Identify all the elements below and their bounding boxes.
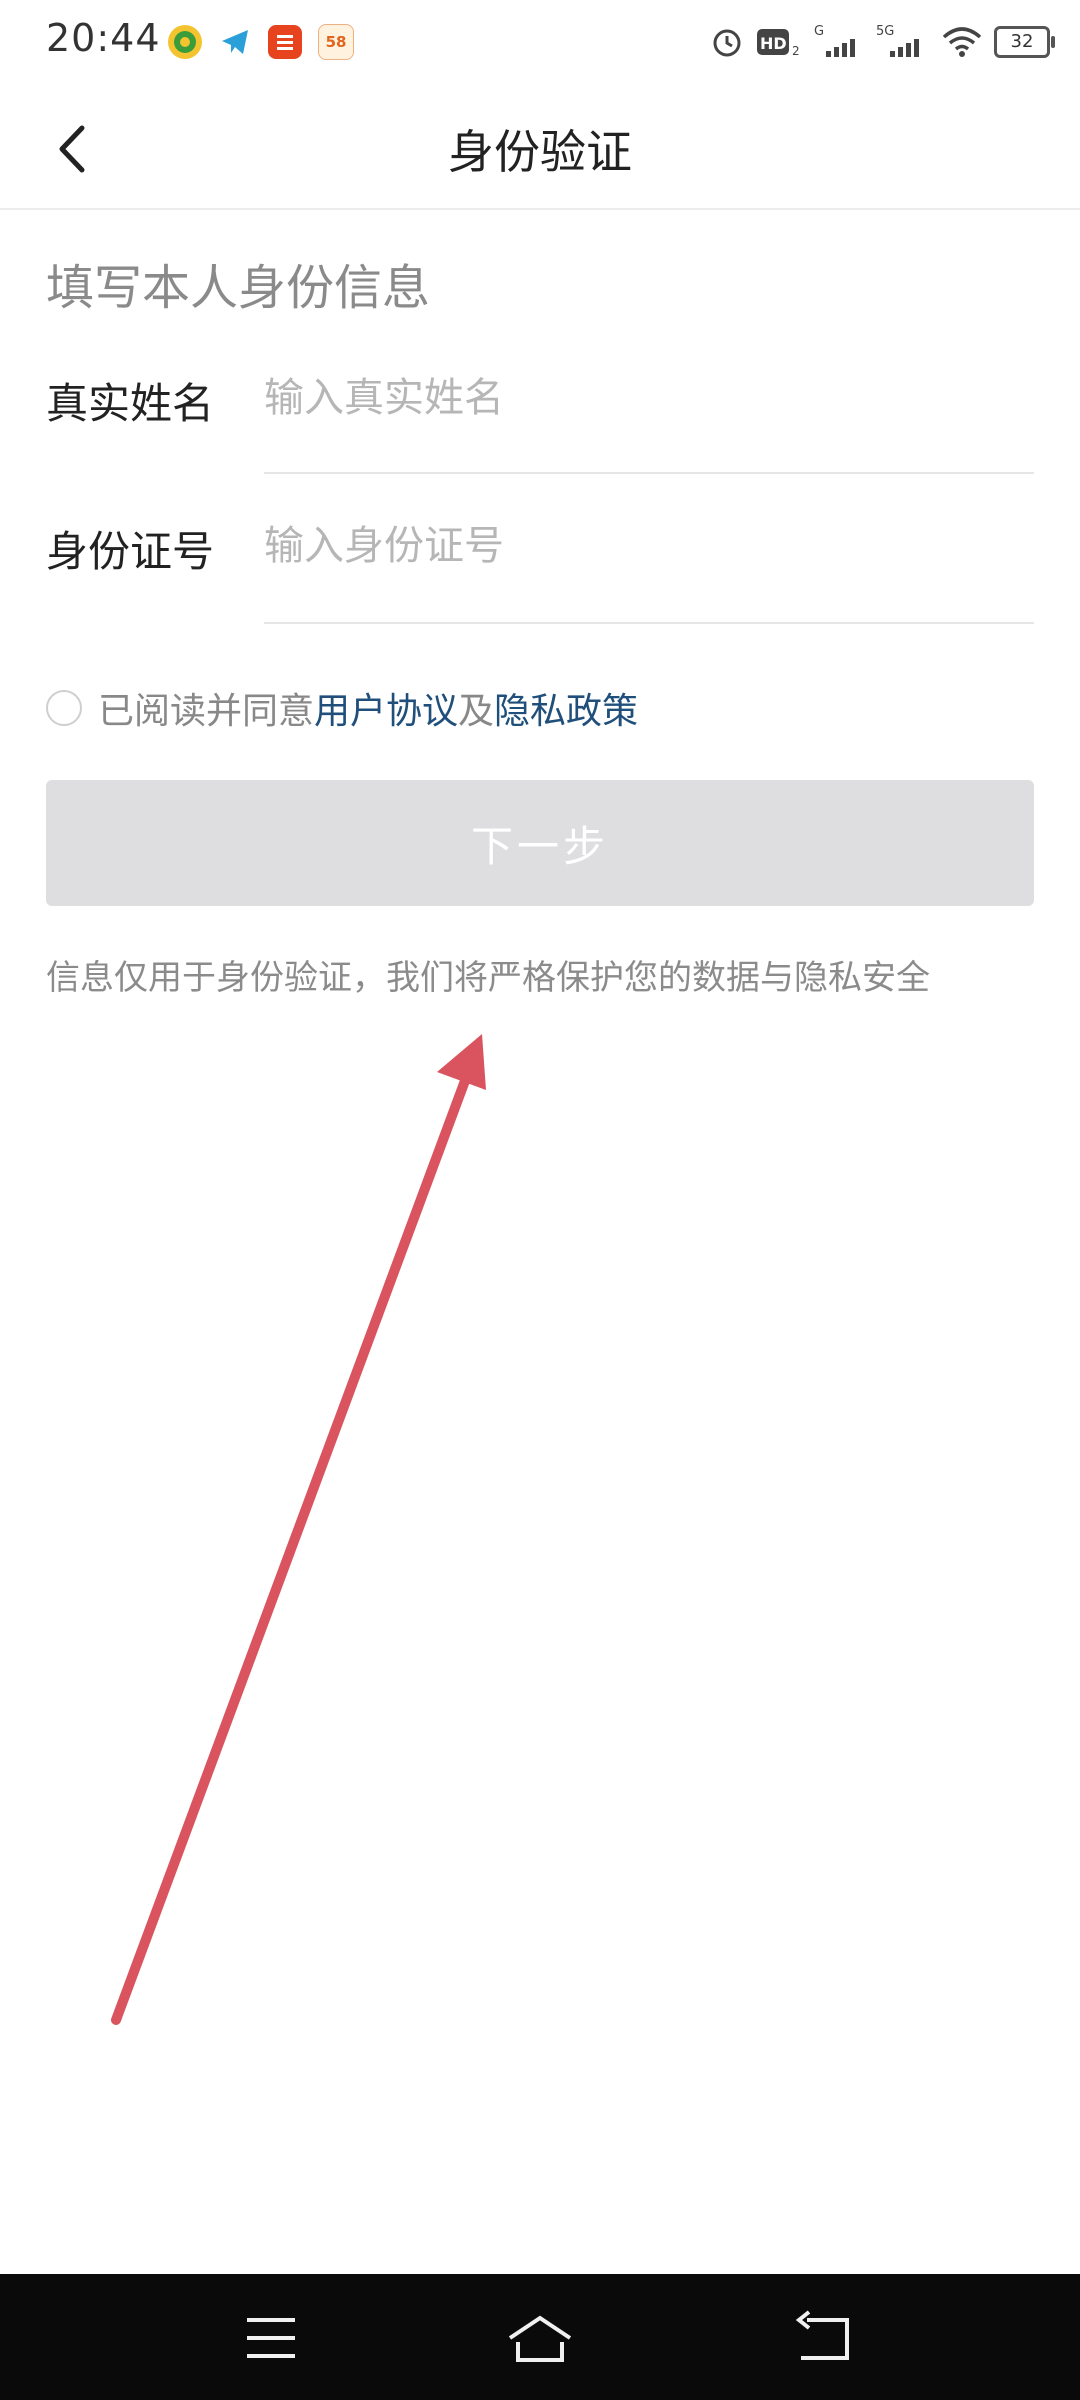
name-divider [264, 472, 1034, 474]
privacy-note: 信息仅用于身份验证，我们将严格保护您的数据与隐私安全 [46, 958, 930, 998]
annotation-arrow [111, 1034, 486, 2025]
menu-nav-button[interactable] [235, 2302, 307, 2374]
system-nav-bar [0, 2274, 1080, 2400]
pingan-bank-icon [268, 25, 302, 59]
top-app-bar: 身份验证 [0, 84, 1080, 210]
back-arrow-icon [795, 2310, 849, 2360]
system-icons: HD 2 G 5G 32 [710, 20, 1055, 64]
home-nav-button[interactable] [504, 2302, 576, 2374]
and-text: 及 [458, 691, 495, 732]
privacy-policy-link[interactable]: 隐私政策 [494, 682, 638, 734]
next-step-button[interactable]: 下一步 [46, 780, 1034, 906]
signal-g-icon: G [814, 24, 855, 57]
bank-app-icon [168, 25, 202, 59]
svg-text:5G: 5G [876, 24, 894, 39]
hd-icon: HD 2 [757, 29, 800, 58]
battery-indicator: 32 [994, 26, 1055, 58]
notification-icons: 58 [168, 22, 354, 62]
svg-text:HD: HD [760, 34, 787, 53]
alarm-icon [713, 29, 741, 57]
agree-text: 已阅读并同意 [98, 691, 315, 732]
id-divider [264, 622, 1034, 624]
home-icon [508, 2315, 572, 2362]
user-agreement-link[interactable]: 用户协议 [314, 682, 458, 734]
58-app-icon: 58 [318, 24, 354, 60]
agree-checkbox[interactable] [46, 690, 82, 726]
wifi-icon [942, 27, 982, 57]
status-bar: 20:44 58 HD 2 G 5G 32 [0, 0, 1080, 84]
section-title: 填写本人身份信息 [46, 260, 431, 316]
status-time: 20:44 [46, 16, 161, 60]
svg-text:G: G [814, 24, 824, 39]
back-nav-button[interactable] [787, 2302, 859, 2374]
id-label: 身份证号 [46, 527, 215, 576]
telegram-icon [218, 25, 252, 59]
id-number-input[interactable] [264, 516, 1034, 576]
page-title: 身份验证 [448, 125, 632, 179]
agreement-row: 已阅读并同意 用户协议 及 隐私政策 [46, 684, 638, 732]
name-label: 真实姓名 [46, 379, 215, 428]
signal-5g-icon: 5G [876, 24, 919, 57]
real-name-input[interactable] [264, 368, 1034, 428]
svg-text:2: 2 [792, 44, 800, 58]
menu-icon [247, 2318, 295, 2358]
